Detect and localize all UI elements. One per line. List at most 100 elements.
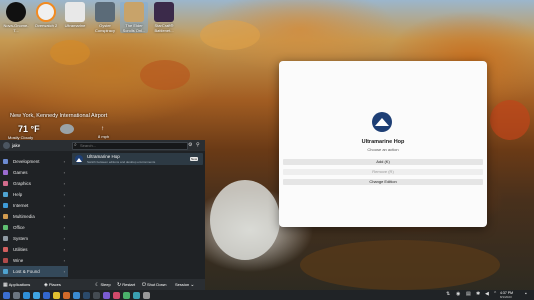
category-label: Multimedia [13,214,35,219]
search-icon: ⌕ [74,142,77,148]
app-icon[interactable] [113,291,120,299]
chevron-right-icon: › [63,258,65,263]
steam-icon[interactable] [83,291,90,299]
category-development[interactable]: Development › [0,156,68,167]
category-label: Graphics [13,181,32,186]
category-games[interactable]: Games › [0,167,68,178]
app-icon[interactable] [133,291,140,299]
chat-icon[interactable] [73,291,80,299]
wallpaper-foliage [200,20,260,50]
app-item-ultramarine-hop[interactable]: Ultramarine Hop Switch between editions … [72,153,203,165]
change-edition-button[interactable]: Change Edition [283,179,483,185]
desktop-icon-nova[interactable]: Nova-Gnome-T... [2,2,30,33]
system-icon [3,236,8,241]
chrome-icon[interactable] [53,291,60,299]
category-label: Help [13,192,23,197]
office-icon [3,225,8,230]
app-store-icon[interactable] [23,291,30,299]
desktop-icon-overwatch[interactable]: Overwatch 2 [32,2,60,28]
chevron-right-icon: › [63,203,65,208]
desktop-icon-label: Nova-Gnome-T... [3,23,29,33]
clock-time[interactable]: 4:37 PM [500,291,513,295]
terminal-icon[interactable] [93,291,100,299]
moon-icon: ☾ [95,282,100,288]
pin-icon[interactable]: ⚲ [196,142,200,148]
avatar[interactable] [3,142,10,149]
category-label: Games [13,170,28,175]
remove-button[interactable]: Remove (R) [283,169,483,175]
wine-icon [3,258,8,263]
wallpaper-rocks [210,180,280,260]
category-internet[interactable]: Internet › [0,200,68,211]
dialog-subtitle: Choose an action [367,147,399,152]
network-icon[interactable]: ⇅ [446,291,450,297]
category-help[interactable]: Help › [0,189,68,200]
task-view-icon[interactable] [13,291,20,299]
utilities-icon [3,247,8,252]
app-item-name: Ultramarine Hop [87,154,120,159]
chevron-right-icon: › [63,192,65,197]
desktop-icon-ultramarine[interactable]: Ultramarine [61,2,89,28]
app-icon[interactable] [143,291,150,299]
app-icon[interactable] [103,291,110,299]
ultramarine-logo-icon [75,155,83,163]
app-icon [65,2,85,22]
development-icon [3,159,8,164]
app-list: Ultramarine Hop Switch between editions … [72,153,203,165]
chevron-right-icon: › [63,225,65,230]
restart-icon: ↻ [117,282,122,288]
weather-temperature: 71 °F [18,124,40,134]
browser-icon[interactable] [43,291,50,299]
desktop-icon-elder-scrolls[interactable]: The Elder Scrolls Onl... [120,2,148,33]
chevron-right-icon: › [63,214,65,219]
chevron-up-icon[interactable]: ⌃ [493,291,497,297]
ultramarine-logo-icon [372,112,392,132]
tab-label: Applications [8,282,31,287]
category-list: Development › Games › Graphics › Help › Inte… [0,156,68,277]
clock-date[interactable]: 8/1/2023 [500,295,512,299]
category-label: Utilities [13,247,28,252]
desktop-icon-label: StarCraft® Battlenet... [154,23,174,33]
game-icon [124,2,144,22]
file-manager-icon[interactable] [33,291,40,299]
category-label: Development [13,159,40,164]
chevron-right-icon: › [63,269,65,274]
category-graphics[interactable]: Graphics › [0,178,68,189]
steam-tray-icon[interactable]: ◉ [456,291,460,297]
wallpaper-foliage [490,100,530,140]
app-item-description: Switch between editions and desktop envi… [87,160,156,164]
app-icon[interactable] [63,291,70,299]
lost-found-icon [3,269,8,274]
bluetooth-icon[interactable]: ✱ [476,291,480,297]
add-button[interactable]: Add (K) [283,159,483,165]
category-lost-found[interactable]: Lost & Found › [0,266,68,277]
volume-icon[interactable]: ◀ [485,291,489,297]
games-icon [3,170,8,175]
desktop-icon-label: Overwatch 2 [34,23,58,28]
category-system[interactable]: System › [0,233,68,244]
category-utilities[interactable]: Utilities › [0,244,68,255]
power-icon: ⏻ [142,282,146,288]
app-icon [6,2,26,22]
desktop-icon-starcraft[interactable]: StarCraft® Battlenet... [150,2,178,33]
category-label: Internet [13,203,29,208]
show-desktop-icon[interactable]: ▪ [525,291,527,297]
taskbar: ⇅ ◉ ▤ ✱ ◀ ⌃ 4:37 PM 8/1/2023 ▪ [0,290,534,300]
start-menu-icon[interactable] [3,291,10,299]
desktop-icon-oyster[interactable]: Oyster Conspiracy [91,2,119,33]
chevron-right-icon: › [63,181,65,186]
category-multimedia[interactable]: Multimedia › [0,211,68,222]
cloud-icon [60,124,74,134]
multimedia-icon [3,214,8,219]
grid-icon: ▦ [3,282,8,288]
category-wine[interactable]: Wine › [0,255,68,266]
compass-icon: ◈ [44,282,48,288]
category-label: Lost & Found [13,269,40,274]
app-icon[interactable] [123,291,130,299]
settings-icon[interactable]: ⚙ [188,142,192,148]
search-input[interactable] [80,142,180,148]
clipboard-icon[interactable]: ▤ [466,291,471,297]
start-menu: jake ⌕ ⚙ ⚲ Development › Games › Graphics ›… [0,140,205,290]
chevron-right-icon: › [63,236,65,241]
category-office[interactable]: Office › [0,222,68,233]
